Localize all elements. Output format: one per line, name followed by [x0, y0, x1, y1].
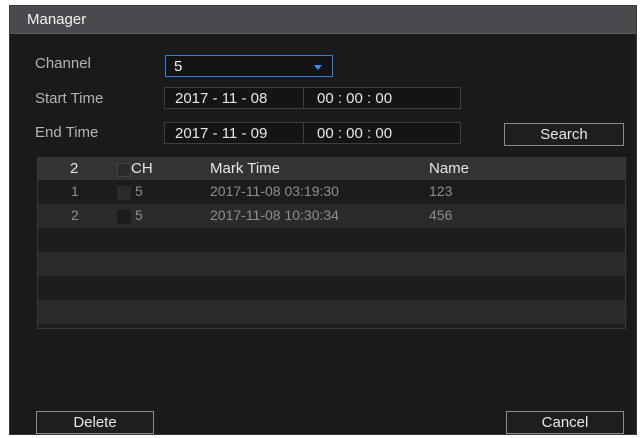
empty-row [38, 228, 625, 252]
select-all-checkbox[interactable] [117, 163, 131, 177]
column-header-name: Name [429, 160, 470, 177]
record-count: 2 [70, 160, 79, 177]
title-bar: Manager [10, 6, 636, 34]
end-time-value[interactable]: 00 : 00 : 00 [317, 125, 392, 142]
row-name: 456 [429, 207, 453, 223]
manager-dialog: Manager Channel 5 Start Time 2017 - 11 -… [9, 5, 637, 435]
row-mark-time: 2017-11-08 03:19:30 [210, 183, 339, 199]
search-button[interactable]: Search [504, 123, 624, 146]
start-date-value[interactable]: 2017 - 11 - 08 [175, 90, 267, 107]
table-header: 2 CH Mark Time Name [38, 158, 625, 180]
end-date-value[interactable]: 2017 - 11 - 09 [175, 125, 267, 142]
column-header-mark-time: Mark Time [210, 160, 281, 177]
row-index: 1 [71, 183, 79, 199]
delete-button[interactable]: Delete [36, 411, 154, 434]
table-row[interactable]: 2 5 2017-11-08 10:30:34 456 [38, 204, 625, 228]
mark-record-table: 2 CH Mark Time Name 1 5 2017-11-08 03:19… [37, 157, 626, 329]
start-time-label: Start Time [35, 90, 104, 107]
chevron-down-icon [314, 65, 322, 70]
dialog-title: Manager [27, 11, 87, 28]
empty-row [38, 252, 625, 276]
row-channel: 5 [135, 183, 143, 199]
column-header-ch: CH [131, 160, 153, 177]
field-divider [303, 88, 304, 108]
channel-select[interactable]: 5 [165, 55, 333, 77]
row-mark-time: 2017-11-08 10:30:34 [210, 207, 339, 223]
row-channel: 5 [135, 207, 143, 223]
empty-row [38, 300, 625, 324]
field-divider [303, 123, 304, 143]
end-time-label: End Time [35, 124, 99, 141]
channel-label: Channel [35, 55, 91, 72]
table-row[interactable]: 1 5 2017-11-08 03:19:30 123 [38, 180, 625, 204]
start-time-value[interactable]: 00 : 00 : 00 [317, 90, 392, 107]
cancel-button[interactable]: Cancel [506, 411, 624, 434]
row-checkbox[interactable] [117, 186, 131, 200]
row-name: 123 [429, 183, 453, 199]
row-index: 2 [71, 207, 79, 223]
row-checkbox[interactable] [117, 210, 131, 224]
end-time-field[interactable]: 2017 - 11 - 09 00 : 00 : 00 [164, 122, 461, 144]
channel-value: 5 [174, 58, 183, 75]
empty-row [38, 276, 625, 300]
start-time-field[interactable]: 2017 - 11 - 08 00 : 00 : 00 [164, 87, 461, 109]
